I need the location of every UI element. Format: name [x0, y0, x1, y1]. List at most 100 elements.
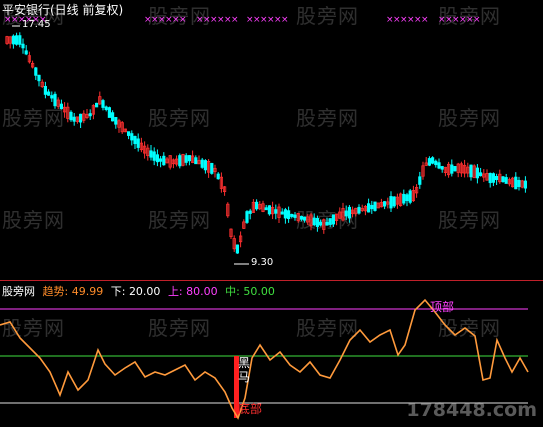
candle-body — [274, 209, 278, 214]
signal-mark: × — [281, 15, 289, 25]
candle-body — [88, 113, 92, 117]
candle-body — [254, 201, 259, 210]
candle-body — [366, 203, 371, 213]
candle-body — [216, 173, 220, 180]
candle-body — [440, 166, 444, 170]
candle-body — [389, 196, 393, 209]
candle-body — [514, 176, 518, 190]
candle-body — [14, 35, 19, 45]
candle-body — [494, 176, 499, 180]
candle-body — [69, 111, 73, 121]
candle-body — [50, 95, 54, 99]
candle-body — [347, 206, 352, 219]
candle-body — [245, 211, 249, 223]
candle-body — [318, 221, 323, 226]
candle-body — [162, 155, 166, 166]
candle-body — [200, 159, 204, 168]
candle-body — [152, 151, 156, 161]
candle-body — [427, 158, 432, 166]
bottom-signal-label: 底部 — [238, 402, 263, 416]
signal-mark: × — [473, 15, 481, 25]
dark-horse-label: 黑马 — [238, 356, 251, 384]
candle-body — [136, 138, 140, 148]
candle-body — [491, 173, 496, 183]
candle-body — [194, 157, 198, 165]
candle-body — [101, 100, 105, 108]
candle-body — [264, 207, 268, 211]
candle-body — [299, 216, 304, 220]
candle-body — [47, 91, 51, 96]
candle-body — [501, 176, 505, 183]
candle-body — [488, 172, 492, 184]
candle-body — [11, 35, 15, 45]
candle-body — [267, 205, 272, 215]
candle-body — [286, 210, 291, 220]
candle-body — [114, 117, 118, 125]
candle-body — [79, 113, 83, 123]
candle-body — [523, 180, 528, 189]
candle-body — [453, 166, 457, 172]
candle-body — [24, 50, 28, 55]
indicator-name: 股旁网 — [2, 285, 35, 298]
candle-body — [280, 211, 284, 215]
signal-mark: × — [231, 15, 239, 25]
pane-divider — [0, 280, 543, 281]
candle-body — [21, 43, 25, 49]
candle-body — [210, 162, 214, 174]
candle-body — [430, 157, 435, 164]
candle-body — [450, 164, 454, 174]
candle-body — [37, 74, 41, 82]
candle-body — [478, 172, 483, 177]
candle-body — [178, 155, 182, 167]
candle-body — [504, 177, 508, 184]
lower-label: 下: — [110, 285, 126, 298]
candle-body — [34, 67, 38, 76]
signal-mark: × — [421, 15, 429, 25]
candle-body — [235, 244, 239, 254]
candle-body — [469, 164, 473, 178]
candle-body — [248, 210, 252, 214]
candle-body — [72, 116, 76, 122]
candle-body — [475, 167, 480, 179]
mid-value: 50.00 — [243, 285, 275, 298]
candle-body — [331, 214, 336, 225]
upper-label: 上: — [167, 285, 183, 298]
candle-body — [328, 218, 332, 225]
candle-body — [392, 196, 396, 207]
candle-body — [405, 194, 409, 202]
candle-body — [184, 155, 188, 163]
trend-value: 49.99 — [71, 285, 104, 298]
indicator-legend: 股旁网 趋势: 49.99 下: 20.00 上: 80.00 中: 50.00 — [2, 283, 279, 299]
low-price-label: 9.30 — [251, 257, 274, 268]
candle-body — [283, 209, 288, 219]
top-signal-label: 顶部 — [430, 300, 455, 314]
candle-body — [18, 35, 22, 45]
candle-body — [203, 160, 207, 171]
candle-body — [107, 107, 111, 118]
candle-body — [517, 180, 521, 187]
candle-body — [325, 221, 329, 226]
candle-body — [155, 154, 159, 163]
candle-body — [312, 217, 316, 226]
candle-body — [434, 160, 438, 166]
candle-body — [53, 93, 57, 107]
candle-body — [408, 190, 412, 203]
candle-body — [302, 216, 307, 221]
candle-body — [418, 176, 422, 185]
candle-body — [158, 158, 163, 162]
high-price-label: 17.45 — [22, 19, 51, 30]
upper-value: 80.00 — [186, 285, 218, 298]
candle-body — [373, 201, 377, 211]
candle-body — [95, 102, 99, 108]
signal-mark: × — [179, 15, 187, 25]
candle-body — [382, 201, 387, 207]
lower-value: 20.00 — [128, 285, 161, 298]
candle-body — [104, 106, 108, 110]
candle-body — [127, 131, 131, 136]
candle-body — [187, 155, 191, 162]
candle-body — [315, 217, 320, 227]
candle-body — [111, 112, 115, 122]
candle-body — [402, 193, 406, 204]
price-chart[interactable]: × × × × × × × × × × × × × × × × × × × × × × × × × × × × × × × × × × × × — [0, 0, 543, 427]
candle-body — [290, 213, 294, 217]
